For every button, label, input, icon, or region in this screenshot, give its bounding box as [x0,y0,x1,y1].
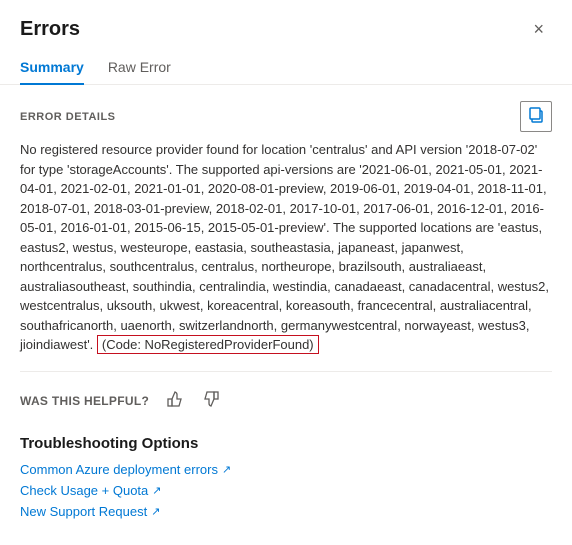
tab-raw-error[interactable]: Raw Error [108,51,171,85]
copy-icon [527,106,545,124]
dialog-header: Errors × [0,0,572,42]
link-item-common-errors: Common Azure deployment errors ↗ [20,462,552,477]
external-link-icon-3: ↗ [151,505,160,518]
error-message: No registered resource provider found fo… [20,140,552,355]
error-details-section: ERROR DETAILS No registered resource pro… [20,101,552,355]
divider [20,371,552,372]
helpful-label: WAS THIS HELPFUL? [20,394,149,408]
thumbs-up-button[interactable] [161,388,187,415]
tab-summary[interactable]: Summary [20,51,84,85]
copy-button[interactable] [520,101,552,132]
troubleshooting-section: Troubleshooting Options Common Azure dep… [20,435,552,519]
tab-bar: Summary Raw Error [0,50,572,85]
link-item-check-quota: Check Usage + Quota ↗ [20,483,552,498]
troubleshooting-title: Troubleshooting Options [20,435,552,452]
thumbs-up-icon [165,390,183,408]
dialog-title: Errors [20,18,80,41]
check-quota-link[interactable]: Check Usage + Quota [20,483,148,498]
close-button[interactable]: × [525,16,552,42]
external-link-icon-2: ↗ [152,484,161,497]
helpful-section: WAS THIS HELPFUL? [20,384,552,419]
thumbs-down-button[interactable] [199,388,225,415]
support-request-link[interactable]: New Support Request [20,504,147,519]
common-errors-link[interactable]: Common Azure deployment errors [20,462,218,477]
dialog-body: ERROR DETAILS No registered resource pro… [0,85,572,545]
section-header: ERROR DETAILS [20,101,552,132]
link-item-support-request: New Support Request ↗ [20,504,552,519]
thumbs-down-icon [203,390,221,408]
error-details-label: ERROR DETAILS [20,111,116,123]
error-code-badge: (Code: NoRegisteredProviderFound) [97,335,319,354]
external-link-icon-1: ↗ [222,463,231,476]
errors-dialog: Errors × Summary Raw Error ERROR DETAILS [0,0,572,545]
